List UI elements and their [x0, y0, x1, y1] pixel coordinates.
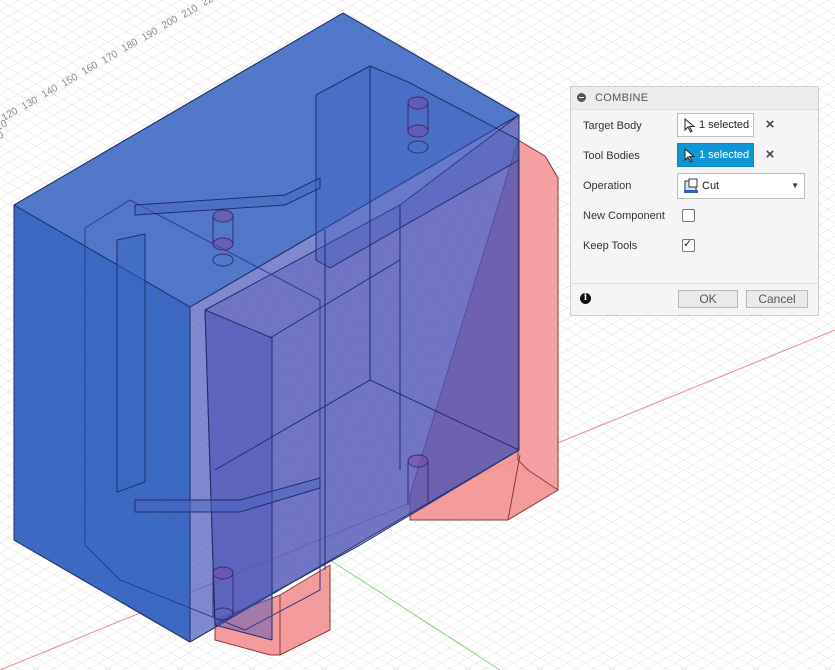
cursor-arrow-icon: [684, 118, 696, 133]
target-body-value: 1 selected: [699, 119, 750, 131]
clear-target-body-icon[interactable]: ×: [763, 117, 777, 132]
clear-tool-bodies-icon[interactable]: ×: [763, 147, 777, 162]
tool-bodies-value: 1 selected: [699, 149, 750, 161]
cancel-button[interactable]: Cancel: [746, 290, 808, 308]
ok-button[interactable]: OK: [678, 290, 738, 308]
operation-dropdown[interactable]: Cut ▼: [677, 173, 805, 199]
dialog-header: COMBINE: [571, 87, 818, 110]
new-component-checkbox[interactable]: [682, 209, 695, 222]
dialog-title: COMBINE: [595, 92, 649, 104]
info-icon[interactable]: i: [580, 293, 591, 304]
footer-divider: [571, 283, 818, 284]
operation-value: Cut: [702, 180, 720, 192]
combine-dialog[interactable]: COMBINE Target Body 1 selected × Tool Bo…: [570, 86, 819, 316]
new-component-label: New Component: [583, 210, 665, 222]
target-body-selector[interactable]: 1 selected: [677, 113, 754, 137]
keep-tools-checkbox[interactable]: ✓: [682, 238, 695, 252]
operation-label: Operation: [583, 180, 632, 192]
tool-bodies-label: Tool Bodies: [583, 150, 640, 162]
collapse-icon[interactable]: [577, 93, 586, 102]
tool-bodies-selector[interactable]: 1 selected: [677, 143, 754, 167]
cursor-arrow-icon: [684, 148, 696, 163]
target-body-label: Target Body: [583, 120, 642, 132]
checkmark-icon: ✓: [683, 238, 693, 250]
cut-operation-icon: [684, 178, 698, 193]
keep-tools-label: Keep Tools: [583, 240, 638, 252]
chevron-down-icon: ▼: [791, 181, 799, 190]
